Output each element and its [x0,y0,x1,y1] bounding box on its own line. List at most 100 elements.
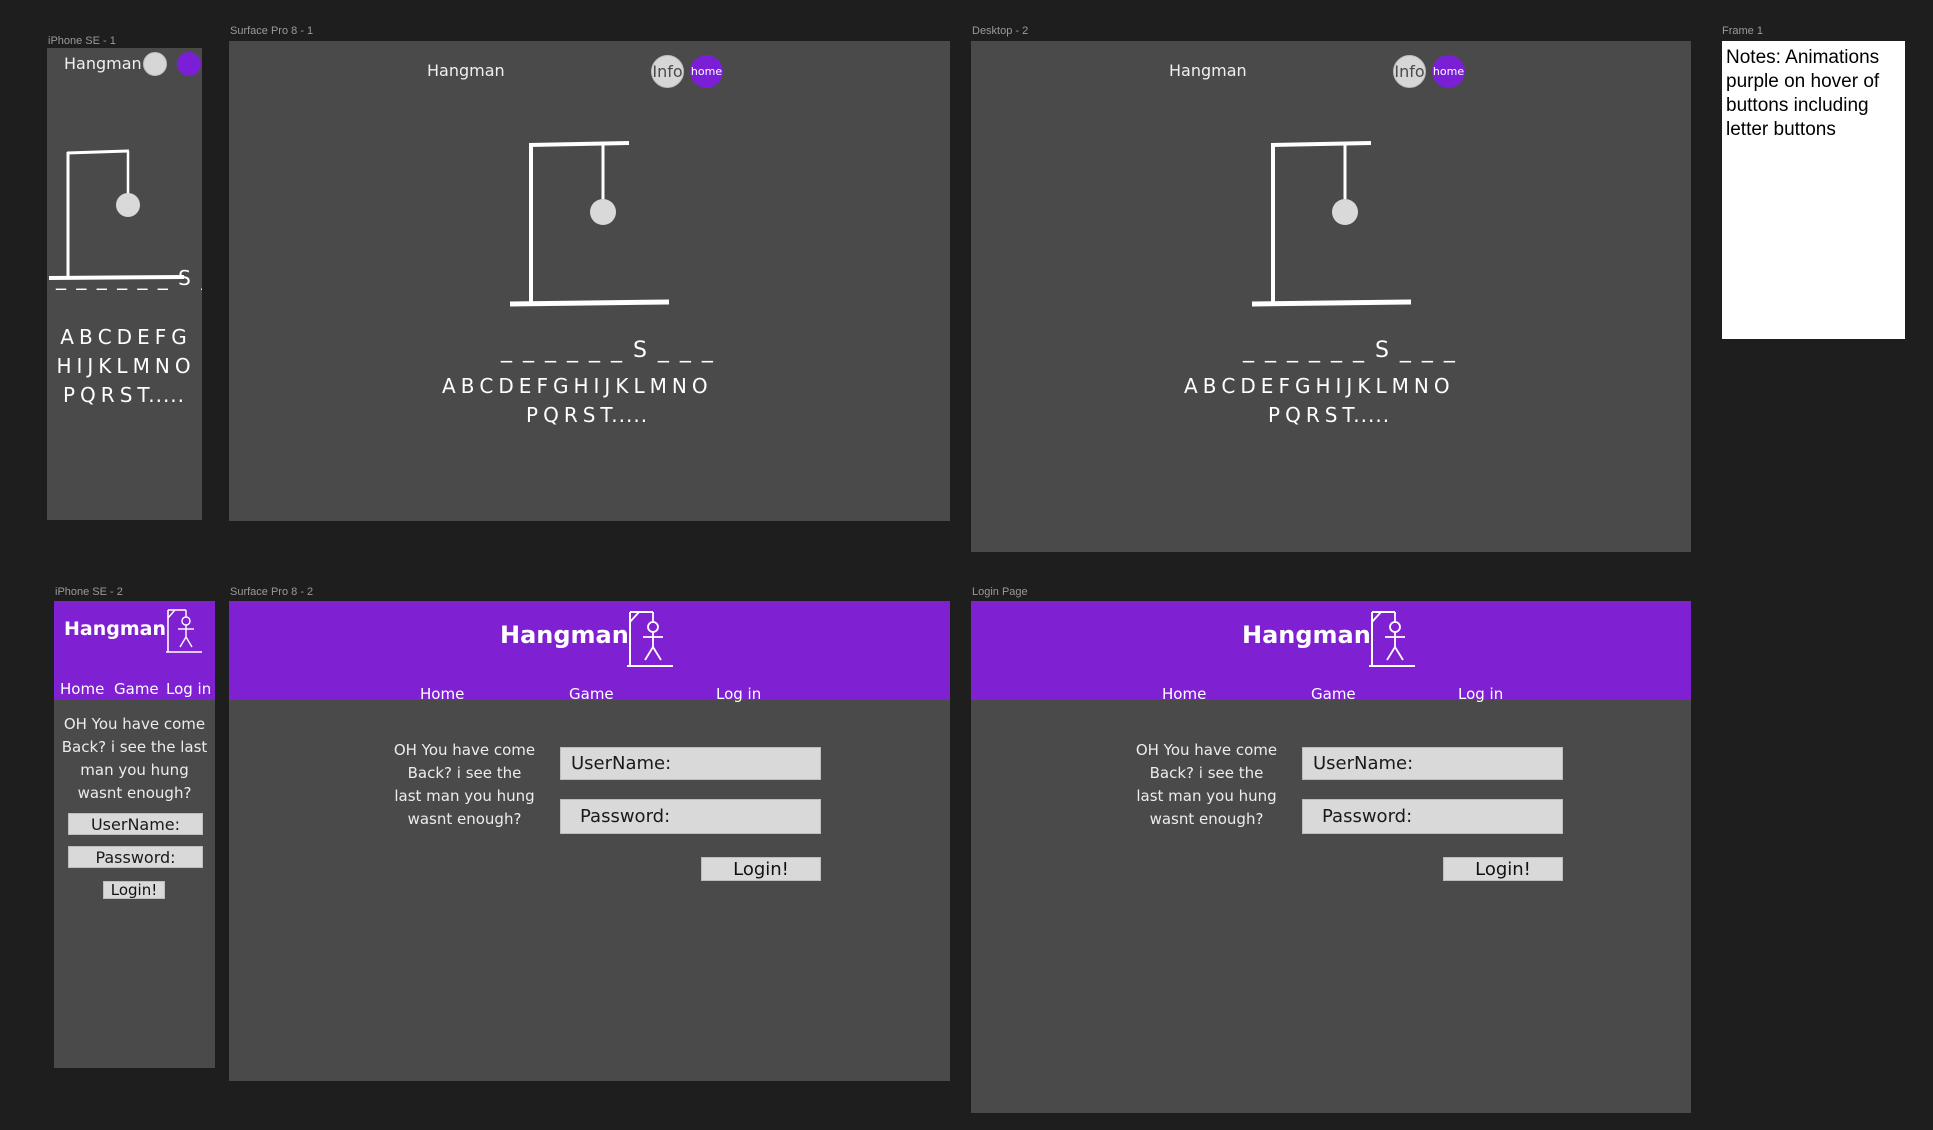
letter-button[interactable]: P [526,403,539,427]
word-display: _ _ _ _ _ _ S _ _ _ [1243,338,1457,363]
letter-button[interactable]: F [536,374,549,398]
letter-row-2: P Q R S T..... [526,403,648,427]
letter-row-2: P Q R S T..... [1268,403,1390,427]
username-field[interactable]: UserName: [1302,747,1563,780]
login-button[interactable]: Login! [1443,857,1563,881]
letter-button[interactable]: A [1184,374,1199,398]
letter-button[interactable]: N [155,352,171,381]
letter-button[interactable]: H [1315,374,1331,398]
nav-login[interactable]: Log in [1458,685,1503,703]
hangman-logo-icon [1369,611,1415,667]
nav-game[interactable]: Game [114,680,159,698]
letter-button[interactable]: F [155,323,168,352]
nav-home[interactable]: Home [420,685,464,703]
letter-button[interactable]: R [564,403,579,427]
frame-label-frame-1: Frame 1 [1722,25,1763,37]
username-field[interactable]: UserName: [68,813,203,835]
nav-game[interactable]: Game [569,685,614,703]
letter-button[interactable]: L [116,352,128,381]
letter-button[interactable]: O [1434,374,1451,398]
letter-button[interactable]: B [461,374,476,398]
frame-label-surface-pro-8-2: Surface Pro 8 - 2 [230,586,314,598]
letter-button[interactable]: J [604,374,611,398]
username-field[interactable]: UserName: [560,747,821,780]
letter-buttons: A B C D E F G H I J K L M N O P Q R S T..... [49,323,199,410]
letter-button[interactable]: E [519,374,533,398]
password-field[interactable]: Password: [68,846,203,868]
letter-button[interactable]: S [583,403,597,427]
letter-button[interactable]: N [1414,374,1430,398]
letter-button[interactable]: Q [543,403,560,427]
info-button[interactable] [143,52,167,76]
letter-button[interactable]: I [76,352,83,381]
login-page-frame: Hangman Home Game Log in OH You have com… [971,601,1691,1113]
letter-button[interactable]: T..... [1342,403,1390,427]
letter-button[interactable]: R [1306,403,1321,427]
letter-button[interactable]: G [1295,374,1312,398]
brand-title: Hangman [1242,621,1371,649]
letter-button[interactable]: K [98,352,112,381]
letter-button[interactable]: A [442,374,457,398]
letter-button[interactable]: L [633,374,645,398]
letter-button[interactable]: S [1325,403,1339,427]
letter-button[interactable]: B [79,323,94,352]
letter-button[interactable]: J [1346,374,1353,398]
letter-button[interactable]: O [175,352,192,381]
letter-button[interactable]: E [1261,374,1275,398]
password-field[interactable]: Password: [1302,799,1563,834]
login-button[interactable]: Login! [701,857,821,881]
design-notes: Notes: Animations purple on hover of but… [1722,41,1905,339]
letter-button[interactable]: F [1278,374,1291,398]
letter-button[interactable]: E [137,323,151,352]
frame-label-login-page: Login Page [972,586,1028,598]
password-field[interactable]: Password: [560,799,821,834]
login-prompt: OH You have come Back? i see the last ma… [1135,741,1278,828]
letter-button[interactable]: T..... [137,381,185,410]
letter-button[interactable]: H [56,352,72,381]
letter-row-1: ABCDEFGHIJKLMNO [1184,374,1451,398]
letter-button[interactable]: Q [1285,403,1302,427]
letter-button[interactable]: Q [80,381,97,410]
home-button[interactable] [177,52,201,76]
word-display: _ _ _ _ _ _ S _ [56,266,202,290]
letter-button[interactable]: H [573,374,589,398]
letter-button[interactable]: I [1336,374,1343,398]
letter-button[interactable]: B [1203,374,1218,398]
nav-game[interactable]: Game [1311,685,1356,703]
letter-button[interactable]: S [120,381,134,410]
nav-home[interactable]: Home [1162,685,1206,703]
nav-login[interactable]: Log in [716,685,761,703]
gallows-icon [509,141,670,307]
letter-button[interactable]: G [553,374,570,398]
letter-button[interactable]: O [692,374,709,398]
letter-button[interactable]: L [1375,374,1387,398]
letter-button[interactable]: R [101,381,116,410]
nav-home[interactable]: Home [60,680,104,698]
letter-button[interactable]: J [87,352,94,381]
letter-button[interactable]: P [63,381,76,410]
letter-button[interactable]: M [650,374,668,398]
letter-button[interactable]: G [171,323,188,352]
letter-button[interactable]: M [1392,374,1410,398]
letter-button[interactable]: D [498,374,514,398]
letter-button[interactable]: T..... [600,403,648,427]
letter-button[interactable]: K [1357,374,1371,398]
letter-button[interactable]: C [479,374,494,398]
letter-button[interactable]: N [672,374,688,398]
nav-login[interactable]: Log in [166,680,211,698]
letter-button[interactable]: I [594,374,601,398]
word-display: _ _ _ _ _ _ S _ _ _ [501,338,715,363]
login-button[interactable]: Login! [103,881,165,899]
letter-button[interactable]: A [60,323,75,352]
letter-button[interactable]: C [1221,374,1236,398]
brand-title: Hangman [500,621,629,649]
letter-button[interactable]: C [98,323,113,352]
letter-button[interactable]: M [133,352,151,381]
letter-button[interactable]: K [615,374,629,398]
letter-button[interactable]: D [1240,374,1256,398]
letter-button[interactable]: P [1268,403,1281,427]
gallows-icon [48,149,185,280]
letter-button[interactable]: D [117,323,133,352]
desktop-2-frame: Hangman Info home _ _ _ _ _ _ S _ _ _ AB… [971,41,1691,552]
hangman-logo-icon [627,611,673,667]
